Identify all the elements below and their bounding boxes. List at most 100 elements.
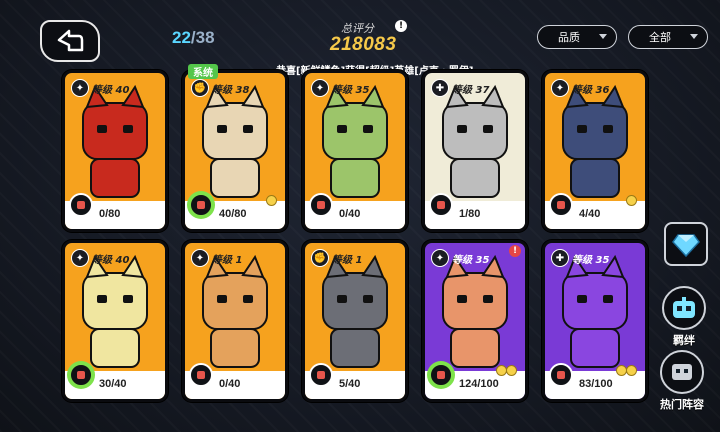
alert-badge: ! (509, 245, 521, 257)
hero-class-icon: ✊ (311, 249, 329, 267)
shard-avatar-icon (549, 193, 573, 217)
hero-level-text: 等级 1 (212, 254, 243, 266)
hero-card[interactable]: ✊ 等级 38 40/80 (182, 70, 288, 232)
shard-count: 30/40 (99, 378, 127, 390)
robot-icon (672, 364, 692, 380)
popular-lineup-button[interactable]: 热门阵容 (660, 350, 704, 412)
hero-card-footer: 124/100 (425, 363, 525, 399)
shard-avatar-icon (429, 363, 453, 387)
hero-class-icon: ✊ (191, 79, 209, 97)
hero-level: ✚ 等级 35 (551, 249, 609, 267)
gem-frame (664, 222, 708, 266)
shard-count: 5/40 (339, 378, 361, 390)
shard-avatar-icon (189, 363, 213, 387)
hero-level: ✊ 等级 1 (311, 249, 362, 267)
shard-avatar-icon (69, 193, 93, 217)
hero-card-footer: 1/80 (425, 193, 525, 229)
hero-level: ✦ 等级 36 (551, 79, 609, 97)
hero-class-icon: ✦ (431, 249, 449, 267)
bond-button[interactable]: 羁绊 (662, 286, 706, 348)
back-arrow-icon (57, 29, 84, 52)
hero-level-text: 等级 37 (452, 84, 490, 96)
quality-filter-label: 品质 (558, 31, 580, 44)
hero-level-text: 等级 40 (92, 254, 130, 266)
robot-head-icon (673, 297, 695, 318)
hero-level-text: 等级 35 (572, 254, 610, 266)
all-filter[interactable]: 全部 (628, 25, 708, 49)
popular-lineup-label: 热门阵容 (660, 398, 704, 411)
popular-lineup-frame (660, 350, 704, 394)
hero-class-icon: ✦ (71, 249, 89, 267)
score-value: 218083 (330, 34, 397, 55)
shard-count: 4/40 (579, 208, 601, 220)
bond-label: 羁绊 (673, 334, 695, 347)
shard-count: 83/100 (579, 378, 613, 390)
hero-card-footer: 30/40 (65, 363, 165, 399)
hero-card[interactable]: ✦ 等级 40 30/40 (62, 240, 168, 402)
hero-level: ✚ 等级 37 (431, 79, 489, 97)
system-tag: 系统 (188, 64, 218, 79)
diamond-icon (672, 234, 700, 257)
hero-card-footer: 5/40 (305, 363, 405, 399)
hero-level-text: 等级 38 (212, 84, 250, 96)
gem-button[interactable] (664, 222, 708, 266)
star-coin-icon (506, 365, 517, 376)
collection-progress: 22/38 (172, 28, 215, 48)
shard-avatar-icon (309, 363, 333, 387)
star-coin-icon (266, 195, 277, 206)
hero-class-icon: ✦ (551, 79, 569, 97)
hero-level: ✦ 等级 40 (71, 249, 129, 267)
shard-avatar-icon (69, 363, 93, 387)
top-bar: 22/38 总评分 ! 218083 品质 全部 (0, 0, 720, 62)
bond-frame (662, 286, 706, 330)
chevron-down-icon (690, 34, 698, 39)
chevron-down-icon (599, 34, 607, 39)
back-button[interactable] (40, 20, 100, 62)
shard-count: 40/80 (219, 208, 247, 220)
hero-card[interactable]: ✦ 等级 35 0/40 (302, 70, 408, 232)
shard-avatar-icon (309, 193, 333, 217)
shard-avatar-icon (549, 363, 573, 387)
hero-card-footer: 0/40 (305, 193, 405, 229)
hero-class-icon: ✦ (191, 249, 209, 267)
hero-level-text: 等级 1 (332, 254, 363, 266)
shard-count: 124/100 (459, 378, 499, 390)
shard-count: 0/80 (99, 208, 121, 220)
hero-level-text: 等级 35 (452, 254, 490, 266)
hero-card[interactable]: ✦ 等级 35! 124/100 (422, 240, 528, 402)
hero-card-footer: 0/40 (185, 363, 285, 399)
hero-card-footer: 4/40 (545, 193, 645, 229)
hero-card[interactable]: ✦ 等级 36 4/40 (542, 70, 648, 232)
hero-level-text: 等级 40 (92, 84, 130, 96)
hero-card[interactable]: ✦ 等级 40 0/80 (62, 70, 168, 232)
hero-card[interactable]: ✚ 等级 35 83/100 (542, 240, 648, 402)
hero-class-icon: ✚ (551, 249, 569, 267)
progress-current: 22 (172, 28, 191, 47)
shard-count: 0/40 (219, 378, 241, 390)
hero-level: ✦ 等级 35 (311, 79, 369, 97)
hero-card-footer: 83/100 (545, 363, 645, 399)
shard-count: 1/80 (459, 208, 481, 220)
shard-count: 0/40 (339, 208, 361, 220)
star-coin-icon (626, 365, 637, 376)
hero-card-footer: 0/80 (65, 193, 165, 229)
hero-level: ✦ 等级 35 (431, 249, 489, 267)
shard-avatar-icon (429, 193, 453, 217)
hero-class-icon: ✦ (71, 79, 89, 97)
hero-card[interactable]: ✦ 等级 1 0/40 (182, 240, 288, 402)
hero-level: ✦ 等级 40 (71, 79, 129, 97)
hero-card-footer: 40/80 (185, 193, 285, 229)
all-filter-label: 全部 (649, 31, 671, 44)
hero-card[interactable]: ✊ 等级 1 5/40 (302, 240, 408, 402)
star-coin-icon (496, 365, 507, 376)
hero-class-icon: ✦ (311, 79, 329, 97)
hero-class-icon: ✚ (431, 79, 449, 97)
star-coin-icon (616, 365, 627, 376)
hero-level-text: 等级 35 (332, 84, 370, 96)
info-icon[interactable]: ! (395, 20, 407, 32)
shard-avatar-icon (189, 193, 213, 217)
hero-level-text: 等级 36 (572, 84, 610, 96)
hero-level: ✦ 等级 1 (191, 249, 242, 267)
quality-filter[interactable]: 品质 (537, 25, 617, 49)
hero-card[interactable]: ✚ 等级 37 1/80 (422, 70, 528, 232)
